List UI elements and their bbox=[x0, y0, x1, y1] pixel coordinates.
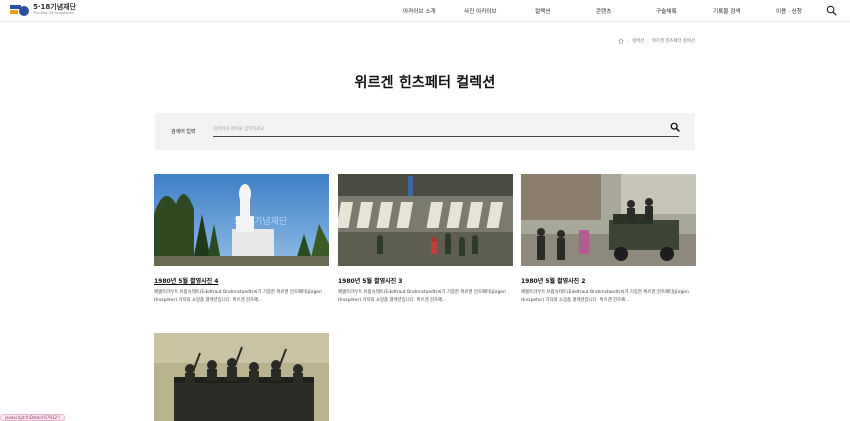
home-icon[interactable] bbox=[618, 38, 625, 44]
card-photo-watermark: 5·18기념재단 bbox=[234, 216, 287, 227]
card-title[interactable]: 1980년 5월 촬영사진 4 bbox=[154, 276, 218, 285]
breadcrumb: › 컬렉션 › 위르겐 힌츠페터 컬렉션 bbox=[618, 38, 695, 44]
search-submit-icon[interactable] bbox=[670, 122, 680, 132]
search-input[interactable] bbox=[213, 122, 679, 137]
nav-item-usage-apply[interactable]: 이용 · 신청 bbox=[776, 7, 802, 15]
card-description: 에델트라우트 브람슈테트(Edeltraut Brahmstaedt)씨가 기증… bbox=[338, 290, 506, 303]
collection-card[interactable]: 1980년 5월 촬영사진 3 에델트라우트 브람슈테트(Edeltraut B… bbox=[338, 174, 513, 303]
logo-mark-icon bbox=[10, 3, 30, 17]
nav-item-photo-archive[interactable]: 사진 아카이브 bbox=[464, 7, 497, 15]
collection-card[interactable]: 1980년 5월 촬영사진 2 에델트라우트 브람슈테트(Edeltraut B… bbox=[521, 174, 696, 303]
breadcrumb-item-current: 위르겐 힌츠페터 컬렉션 bbox=[651, 39, 695, 44]
card-photo[interactable] bbox=[338, 174, 513, 266]
search-icon[interactable] bbox=[826, 5, 837, 16]
logo-text-en: The May 18 Foundation bbox=[33, 11, 75, 16]
link-status-tooltip: javascript:fnDetail('67912') bbox=[0, 414, 65, 421]
nav-item-oral-records[interactable]: 구술채록 bbox=[656, 7, 677, 15]
site-logo[interactable]: 5·18기념재단 The May 18 Foundation bbox=[10, 3, 76, 17]
card-title[interactable]: 1980년 5월 촬영사진 2 bbox=[521, 276, 585, 285]
site-header: 5·18기념재단 The May 18 Foundation 아카이브 소개 사… bbox=[0, 0, 850, 22]
card-description: 에델트라우트 브람슈테트(Edeltraut Brahmstaedt)씨가 기증… bbox=[154, 290, 322, 303]
card-photo[interactable]: 5·18기념재단 bbox=[154, 174, 329, 266]
breadcrumb-item-collection[interactable]: 컬렉션 bbox=[632, 38, 644, 44]
card-description: 에델트라우트 브람슈테트(Edeltraut Brahmstaedt)씨가 기증… bbox=[521, 290, 689, 303]
nav-item-archive-intro[interactable]: 아카이브 소개 bbox=[403, 7, 436, 15]
logo-text-kr: 5·18기념재단 bbox=[33, 3, 77, 12]
collection-card[interactable]: 5·18기념재단 1980년 5월 촬영사진 4 에델트라우트 브람슈테트(Ed… bbox=[154, 174, 329, 303]
search-label: 검색어 입력 bbox=[171, 129, 196, 135]
card-photo[interactable] bbox=[154, 333, 329, 421]
nav-item-collection[interactable]: 컬렉션 bbox=[535, 7, 550, 15]
nav-item-contents[interactable]: 콘텐츠 bbox=[596, 7, 611, 15]
search-panel: 검색어 입력 bbox=[155, 113, 695, 150]
card-title[interactable]: 1980년 5월 촬영사진 3 bbox=[338, 276, 402, 285]
card-photo[interactable] bbox=[521, 174, 696, 266]
page-title: 위르겐 힌츠페터 컬렉션 bbox=[354, 75, 496, 91]
breadcrumb-separator: › bbox=[647, 38, 649, 44]
collection-card[interactable] bbox=[154, 333, 329, 421]
breadcrumb-separator: › bbox=[627, 38, 630, 44]
nav-item-record-search[interactable]: 기록물 검색 bbox=[713, 7, 741, 15]
